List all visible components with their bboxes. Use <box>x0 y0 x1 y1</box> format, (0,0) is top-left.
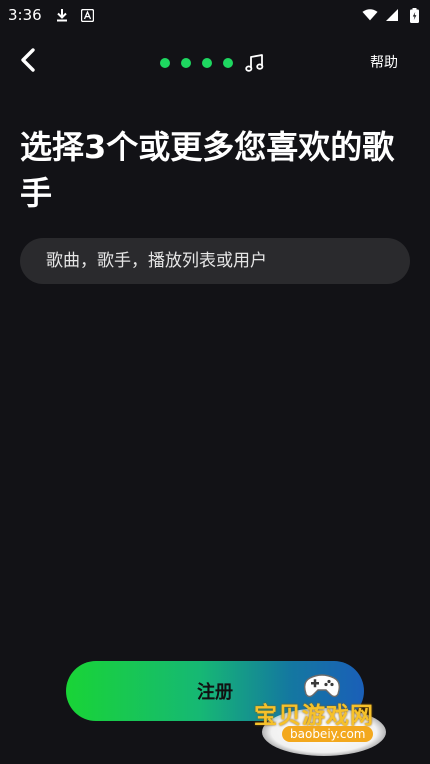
help-link[interactable]: 帮助 <box>370 52 398 72</box>
font-a-icon <box>80 7 96 23</box>
status-time: 3:36 <box>8 6 42 24</box>
screen: 3:36 帮助 选择3个或更多您喜欢的歌手 歌曲，歌手，播放列表或用户 注册 宝… <box>0 0 430 764</box>
music-note-icon <box>244 52 266 74</box>
page-title: 选择3个或更多您喜欢的歌手 <box>20 128 395 212</box>
search-input[interactable] <box>44 250 386 272</box>
watermark-url: baobeiy.com <box>282 726 374 742</box>
progress-dot <box>202 58 212 68</box>
back-button[interactable] <box>12 46 44 78</box>
register-button-label: 注册 <box>197 682 233 702</box>
status-left-icons <box>54 7 96 23</box>
progress-indicator <box>160 52 266 74</box>
search-box[interactable] <box>20 238 410 284</box>
status-bar: 3:36 <box>0 0 430 30</box>
progress-dot <box>160 58 170 68</box>
status-right-icons <box>362 7 422 23</box>
watermark-text: 宝贝游戏网 <box>254 703 374 729</box>
top-nav: 帮助 <box>0 40 430 84</box>
progress-dot <box>223 58 233 68</box>
wifi-icon <box>362 7 378 23</box>
download-icon <box>54 7 70 23</box>
chevron-left-icon <box>18 47 38 77</box>
signal-icon <box>384 7 400 23</box>
progress-dot <box>181 58 191 68</box>
watermark-logo: 宝贝游戏网 baobeiy.com <box>252 668 402 760</box>
battery-icon <box>406 7 422 23</box>
